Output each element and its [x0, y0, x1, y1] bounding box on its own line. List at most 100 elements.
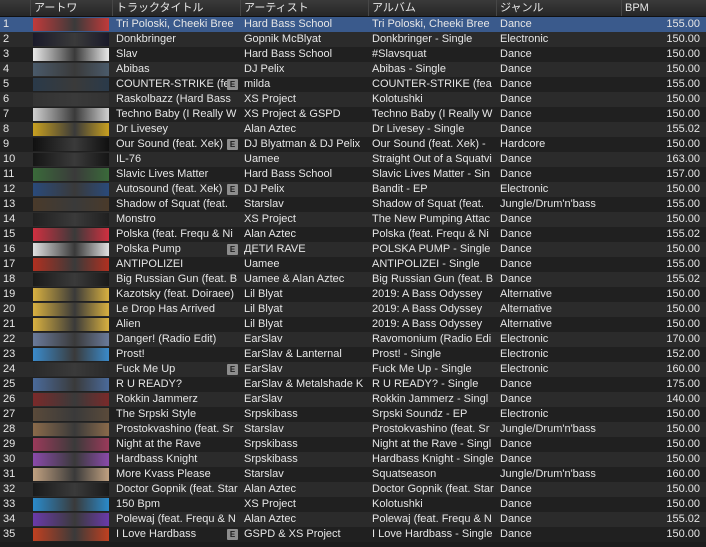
track-title-text: Dr Livesey [116, 123, 168, 135]
track-title: Le Drop Has Arrived [113, 302, 240, 317]
track-number: 2 [3, 33, 10, 45]
track-artist: Gopnik McBlyat [244, 33, 322, 45]
header-bpm[interactable]: BPM [622, 0, 706, 16]
header-album[interactable]: アルバム [369, 0, 497, 16]
track-row[interactable]: 12 Autosound (feat. Xek) E DJ Pelix Bandit -… [0, 182, 706, 197]
track-row[interactable]: 34 Polewaj (feat. Frequ & N Alan Aztec Pole… [0, 512, 706, 527]
album-artwork [31, 392, 111, 407]
track-row[interactable]: 7 Techno Baby (I Really W XS Project & GSP… [0, 107, 706, 122]
track-bpm: 155.00 [666, 18, 700, 30]
track-bpm: 150.00 [666, 138, 700, 150]
track-row[interactable]: 3 Slav Hard Bass School #Slavsquat Dance 150.… [0, 47, 706, 62]
artwork-thumbnail [33, 93, 109, 106]
track-row[interactable]: 11 Slavic Lives Matter Hard Bass School Sla… [0, 167, 706, 182]
track-number: 22 [3, 333, 16, 345]
track-artist: Starslav [244, 423, 284, 435]
track-row[interactable]: 23 Prost! EarSlav & Lanternal Prost! - Sing… [0, 347, 706, 362]
artwork-thumbnail [33, 108, 109, 121]
track-row[interactable]: 18 Big Russian Gun (feat. B Uamee & Alan A… [0, 272, 706, 287]
artwork-thumbnail [33, 498, 109, 511]
track-title-text: COUNTER-STRIKE (fe [116, 78, 230, 90]
header-artist[interactable]: アーティスト [241, 0, 369, 16]
track-row[interactable]: 33 150 Bpm XS Project Kolotushki Dance 150.00 [0, 497, 706, 512]
track-title: Autosound (feat. Xek) E [113, 182, 240, 197]
track-row[interactable]: 13 Shadow of Squat (feat. Starslav Shadow o… [0, 197, 706, 212]
track-row[interactable]: 15 Polska (feat. Frequ & Ni Alan Aztec Pols… [0, 227, 706, 242]
artwork-thumbnail [33, 363, 109, 376]
track-row[interactable]: 21 Alien Lil Blyat 2019: A Bass Odyssey Alte… [0, 317, 706, 332]
track-row[interactable]: 6 Raskolbazz (Hard Bass XS Project Kolotush… [0, 92, 706, 107]
track-number: 19 [3, 288, 16, 300]
track-row[interactable]: 35 I Love Hardbass E GSPD & XS Project I Lov… [0, 527, 706, 542]
track-album: Polewaj (feat. Frequ & N [372, 513, 492, 525]
track-row[interactable]: 22 Danger! (Radio Edit) EarSlav Ravomonium … [0, 332, 706, 347]
track-title: R U READY? [113, 377, 240, 392]
track-row[interactable]: 19 Kazotsky (feat. Doiraee) Lil Blyat 2019:… [0, 287, 706, 302]
track-title: ANTIPOLIZEI [113, 257, 240, 272]
track-row[interactable]: 29 Night at the Rave Srpskibass Night at th… [0, 437, 706, 452]
track-row[interactable]: 17 ANTIPOLIZEI Uamee ANTIPOLIZEI - Single Da… [0, 257, 706, 272]
track-row[interactable]: 4 Abibas DJ Pelix Abibas - Single Dance 150.0… [0, 62, 706, 77]
header-track-title[interactable]: トラックタイトル [113, 0, 241, 16]
track-artist: Alan Aztec [244, 228, 296, 240]
artwork-thumbnail [33, 198, 109, 211]
artwork-thumbnail [33, 288, 109, 301]
track-row[interactable]: 24 Fuck Me Up E EarSlav Fuck Me Up - Single E… [0, 362, 706, 377]
track-genre: Dance [500, 243, 532, 255]
album-artwork [31, 62, 111, 77]
track-row[interactable]: 14 Monstro XS Project The New Pumping Attac… [0, 212, 706, 227]
track-album: COUNTER-STRIKE (fea [372, 78, 492, 90]
track-row[interactable]: 20 Le Drop Has Arrived Lil Blyat 2019: A Ba… [0, 302, 706, 317]
header-artwork[interactable]: アートワ [31, 0, 113, 16]
track-row[interactable]: 1 Tri Poloski, Cheeki Bree Hard Bass Schoo… [0, 17, 706, 32]
track-genre: Electronic [500, 408, 549, 420]
track-row[interactable]: 27 The Srpski Style Srpskibass Srpski Sound… [0, 407, 706, 422]
track-number: 7 [3, 108, 10, 120]
track-genre: Alternative [500, 303, 552, 315]
track-bpm: 163.00 [666, 153, 700, 165]
track-artist: Alan Aztec [244, 483, 296, 495]
track-album: 2019: A Bass Odyssey [372, 288, 483, 300]
track-album: Prost! - Single [372, 348, 442, 360]
track-genre: Dance [500, 78, 532, 90]
track-row[interactable]: 10 IL-76 Uamee Straight Out of a Squatvi Dan… [0, 152, 706, 167]
track-bpm: 150.00 [666, 33, 700, 45]
track-number: 23 [3, 348, 16, 360]
track-row[interactable]: 26 Rokkin Jammerz EarSlav Rokkin Jammerz - … [0, 392, 706, 407]
track-title-text: Hardbass Knight [116, 453, 198, 465]
track-genre: Alternative [500, 318, 552, 330]
track-row[interactable]: 16 Polska Pump E ДЕТИ RAVE POLSKA PUMP - Sin… [0, 242, 706, 257]
track-row[interactable]: 2 Donkbringer Gopnik McBlyat Donkbringer - … [0, 32, 706, 47]
track-artist: Hard Bass School [244, 168, 333, 180]
track-row[interactable]: 32 Doctor Gopnik (feat. Star Alan Aztec Doc… [0, 482, 706, 497]
header-genre[interactable]: ジャンル [497, 0, 622, 16]
track-row[interactable]: 8 Dr Livesey Alan Aztec Dr Livesey - Single… [0, 122, 706, 137]
track-row[interactable]: 9 Our Sound (feat. Xek) E DJ Blyatman & DJ … [0, 137, 706, 152]
track-title-text: Donkbringer [116, 33, 176, 45]
track-bpm: 150.00 [666, 438, 700, 450]
track-row[interactable]: 31 More Kvass Please Starslav Squatseason Ju… [0, 467, 706, 482]
artwork-thumbnail [33, 483, 109, 496]
track-title-text: Fuck Me Up [116, 363, 176, 375]
artwork-thumbnail [33, 378, 109, 391]
album-artwork [31, 212, 111, 227]
track-album: POLSKA PUMP - Single [372, 243, 491, 255]
header-number[interactable] [0, 0, 31, 16]
track-row[interactable]: 30 Hardbass Knight Srpskibass Hardbass Knig… [0, 452, 706, 467]
track-row[interactable]: 28 Prostokvashino (feat. Sr Starslav Prosto… [0, 422, 706, 437]
track-title: Abibas [113, 62, 240, 77]
track-genre: Dance [500, 48, 532, 60]
track-bpm: 150.00 [666, 48, 700, 60]
artwork-thumbnail [33, 48, 109, 61]
track-genre: Electronic [500, 363, 549, 375]
artwork-thumbnail [33, 213, 109, 226]
track-artist: Starslav [244, 198, 284, 210]
album-artwork [31, 317, 111, 332]
track-row[interactable]: 25 R U READY? EarSlav & Metalshade K R U RE… [0, 377, 706, 392]
track-row[interactable]: 5 COUNTER-STRIKE (fe Emilda COUNTER-STRIKE … [0, 77, 706, 92]
track-artist: Srpskibass [244, 438, 298, 450]
artwork-thumbnail [33, 243, 109, 256]
track-album: #Slavsquat [372, 48, 427, 60]
artwork-thumbnail [33, 78, 109, 91]
track-number: 1 [3, 18, 10, 30]
